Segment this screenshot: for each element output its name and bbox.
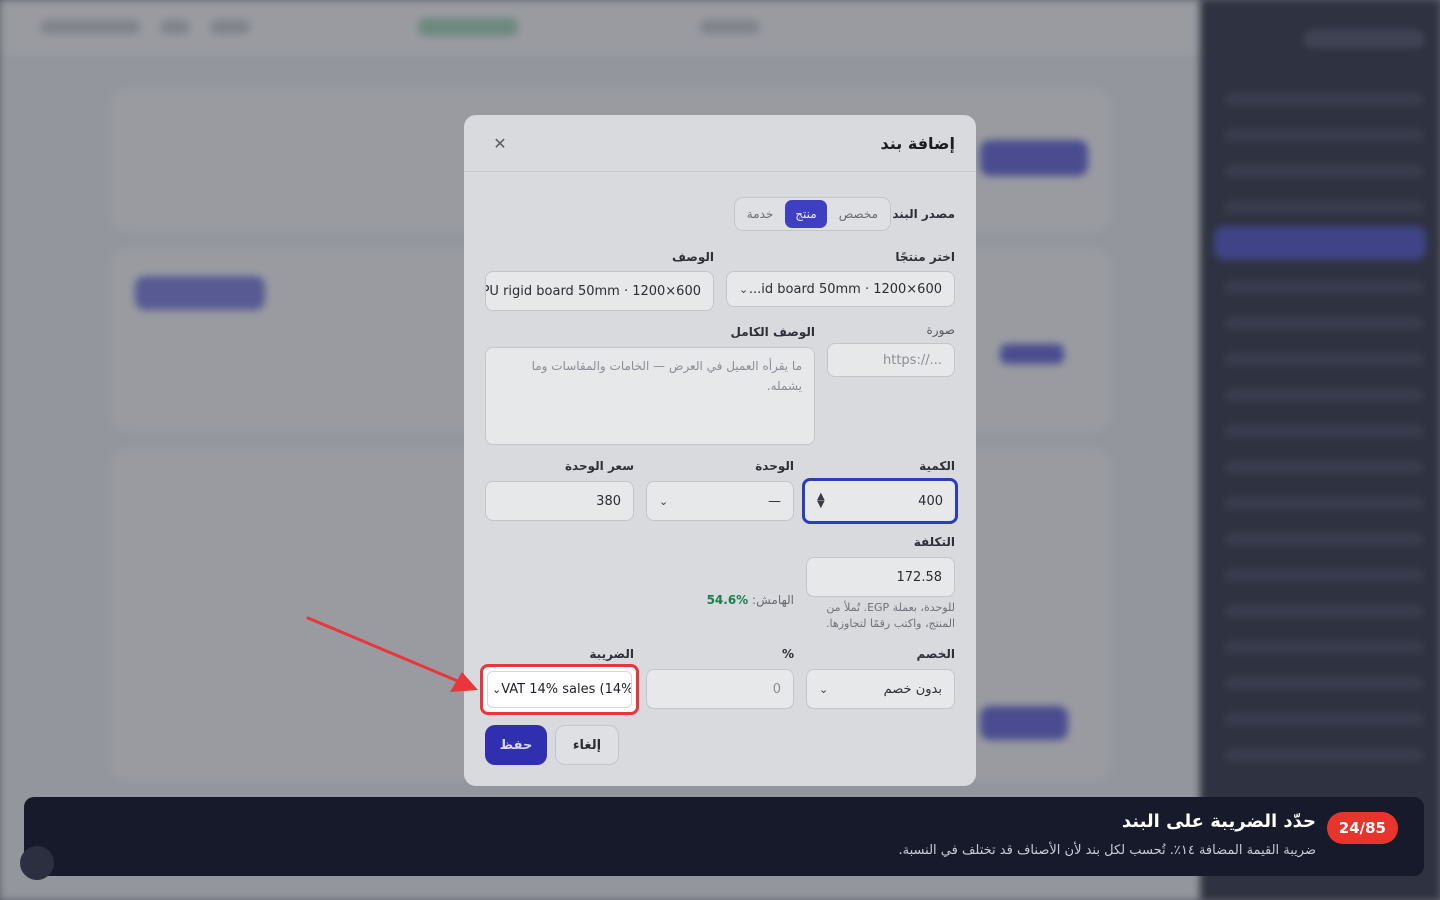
chevron-down-icon: ⌄: [492, 683, 502, 696]
dialog-title: إضافة بند: [880, 133, 955, 153]
percent-value: 0: [772, 681, 781, 697]
item-source-toggle: مخصص منتج خدمة: [733, 197, 891, 231]
chevron-down-icon: ⌄: [659, 494, 669, 508]
unit-select[interactable]: — ⌄: [646, 481, 794, 521]
image-label: صورة: [926, 323, 955, 337]
full-description-placeholder: ما يقرأه العميل في العرض — الخامات والمق…: [531, 359, 802, 393]
cost-hint-line: للوحدة، بعملة EGP. تُملأ من: [826, 601, 955, 614]
product-label: اختر منتجًا: [895, 250, 955, 264]
discount-value: بدون خصم: [883, 681, 942, 697]
margin-value: 54.6%: [706, 593, 749, 607]
cancel-button[interactable]: إلغاء: [555, 725, 619, 765]
description-value: PU rigid board 50mm · 1200×600: [485, 283, 701, 299]
close-icon[interactable]: ✕: [486, 129, 514, 157]
tutorial-title: حدّد الضريبة على البند: [1121, 811, 1316, 832]
cost-hint-line: المنتج، واكتب رقمًا لتجاوزها.: [826, 617, 955, 630]
unit-price-input[interactable]: 380: [485, 481, 634, 521]
tax-label: الضريبة: [589, 647, 634, 661]
item-source-label: مصدر البند: [892, 207, 955, 221]
full-description-label: الوصف الكامل: [730, 325, 815, 339]
full-description-textarea[interactable]: ما يقرأه العميل في العرض — الخامات والمق…: [485, 347, 815, 445]
quantity-stepper[interactable]: 400 ▲ ▼: [802, 478, 958, 524]
image-url-input[interactable]: https://...: [827, 343, 955, 377]
tax-select-spotlight: ⌄ VAT 14% sales (14%): [480, 664, 639, 715]
unit-label: الوحدة: [755, 459, 794, 473]
unit-price-label: سعر الوحدة: [564, 459, 634, 473]
dialog-header: إضافة بند ✕: [464, 115, 976, 172]
quantity-label: الكمية: [919, 459, 955, 473]
discount-percent-input[interactable]: 0: [646, 669, 794, 709]
margin-label: الهامش:: [752, 593, 794, 607]
source-option-custom[interactable]: مخصص: [829, 200, 888, 228]
save-button[interactable]: حفظ: [485, 725, 547, 765]
unit-value: —: [768, 493, 781, 509]
margin-indicator: الهامش: 54.6%: [707, 593, 794, 607]
discount-select[interactable]: بدون خصم ⌄: [806, 669, 955, 709]
description-input[interactable]: PU rigid board 50mm · 1200×600: [485, 271, 714, 311]
tutorial-step-counter: 24/85: [1326, 812, 1398, 844]
cost-hint: للوحدة، بعملة EGP. تُملأ من المنتج، واكت…: [795, 600, 955, 632]
source-option-service[interactable]: خدمة: [737, 200, 784, 228]
cost-value: 172.58: [896, 569, 943, 585]
quantity-value: 400: [918, 493, 943, 509]
stepper-icon[interactable]: ▲ ▼: [817, 492, 825, 510]
unit-price-value: 380: [596, 493, 621, 509]
tax-value: VAT 14% sales (14%): [501, 682, 632, 697]
cost-label: التكلفة: [913, 535, 955, 549]
tax-select[interactable]: ⌄ VAT 14% sales (14%): [487, 671, 632, 708]
product-select[interactable]: ...id board 50mm · 1200×600 ⌄: [726, 271, 955, 307]
source-option-product[interactable]: منتج: [785, 200, 827, 228]
annotation-arrow: [306, 616, 478, 692]
help-button[interactable]: [20, 846, 54, 880]
percent-label: %: [781, 647, 794, 661]
chevron-down-icon: ⌄: [739, 282, 749, 296]
product-select-value: ...id board 50mm · 1200×600: [748, 281, 942, 297]
description-label: الوصف: [671, 250, 714, 264]
discount-label: الخصم: [916, 647, 955, 661]
chevron-down-icon: ⌄: [819, 682, 829, 696]
cost-input[interactable]: 172.58: [806, 557, 955, 597]
image-url-placeholder: https://...: [883, 352, 942, 368]
tutorial-description: ضريبة القيمة المضافة ١٤٪. تُحسب لكل بند …: [898, 843, 1316, 858]
tutorial-bar: 24/85 حدّد الضريبة على البند ضريبة القيم…: [24, 797, 1424, 876]
